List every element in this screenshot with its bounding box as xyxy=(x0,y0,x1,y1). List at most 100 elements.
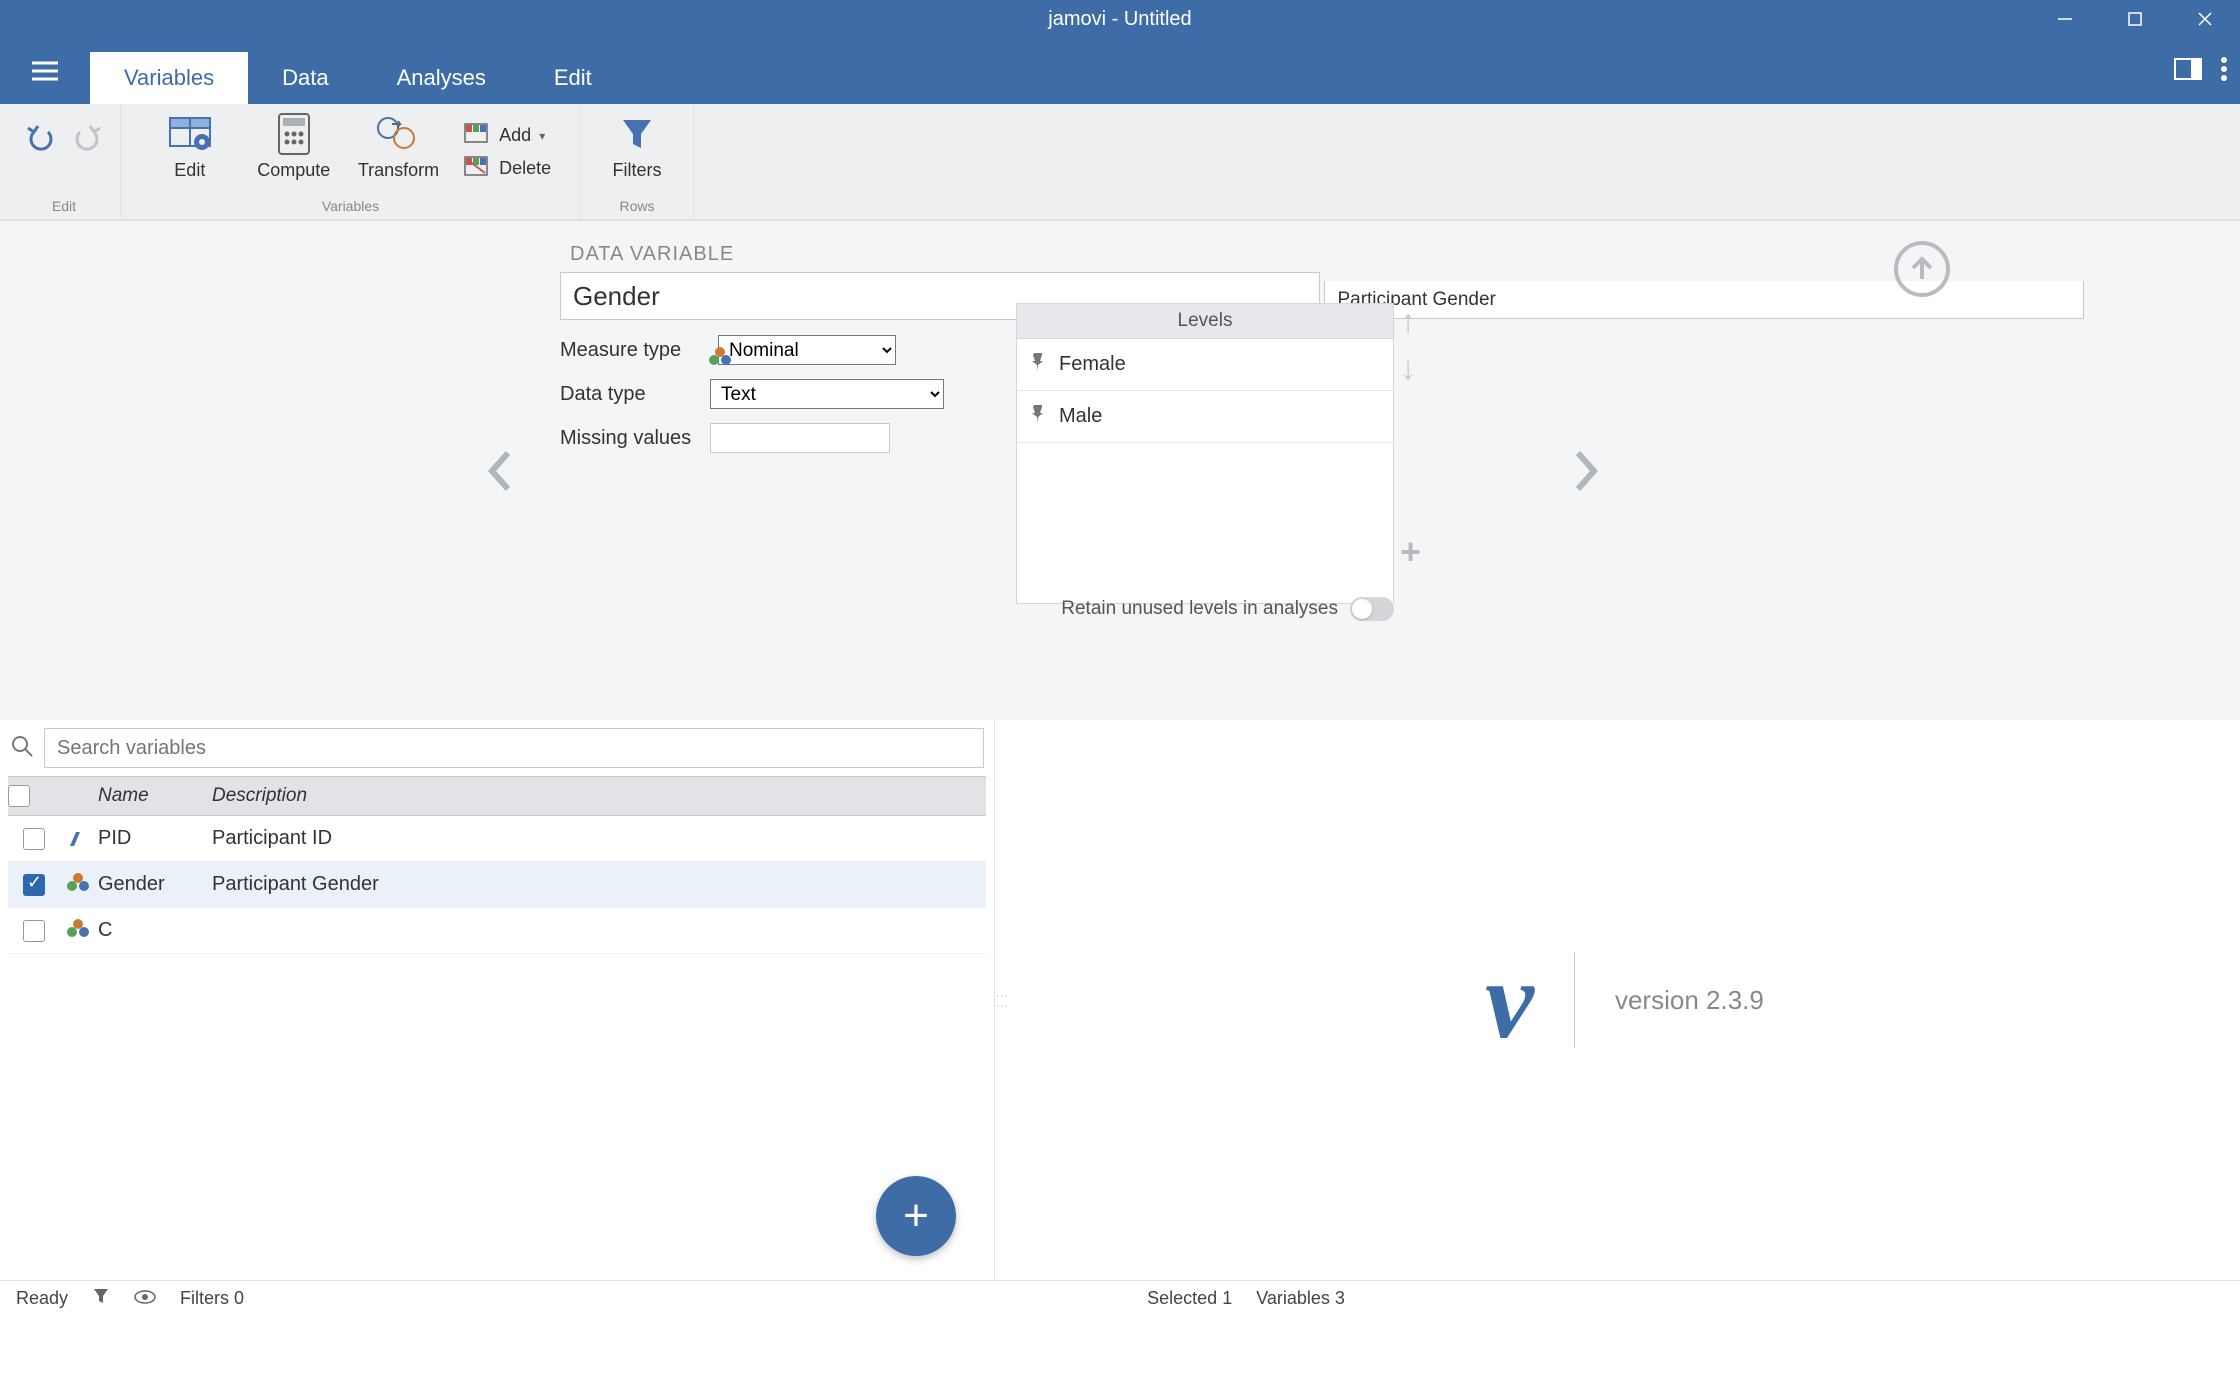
tab-data[interactable]: Data xyxy=(248,52,362,104)
search-input[interactable] xyxy=(44,728,984,768)
ribbon: Edit Edit Compute Transform Add ▾ xyxy=(0,104,2240,220)
titlebar: jamovi - Untitled xyxy=(0,0,2240,38)
delete-variable-button[interactable]: Delete xyxy=(463,155,551,182)
ribbon-group-label-edit: Edit xyxy=(52,198,76,216)
side-panel-button[interactable] xyxy=(2174,57,2202,86)
variable-list-panel: Name Description PID Participant ID Gend… xyxy=(0,720,995,1280)
row-checkbox[interactable] xyxy=(23,874,45,896)
version-label: version 2.3.9 xyxy=(1615,985,1764,1016)
filters-button[interactable]: Filters xyxy=(597,112,677,181)
measure-type-label: Measure type xyxy=(560,339,710,362)
jamovi-logo-icon: v xyxy=(1485,937,1534,1064)
column-header-name: Name xyxy=(98,785,212,807)
nominal-type-icon xyxy=(60,922,98,940)
window-controls xyxy=(2030,0,2240,38)
data-type-label: Data type xyxy=(560,383,710,406)
lower-split: Name Description PID Participant ID Gend… xyxy=(0,720,2240,1280)
transform-variable-button[interactable]: Transform xyxy=(358,112,439,181)
row-checkbox[interactable] xyxy=(23,920,45,942)
table-delete-icon xyxy=(463,155,491,182)
retain-levels-toggle[interactable] xyxy=(1350,597,1394,621)
minimize-button[interactable] xyxy=(2030,0,2100,38)
level-label: Male xyxy=(1059,405,1102,428)
nominal-type-icon xyxy=(60,876,98,894)
variable-description-input[interactable] xyxy=(1324,281,2084,319)
levels-reorder-arrows: ↑ ↓ xyxy=(1400,303,1416,387)
retain-levels-row: Retain unused levels in analyses xyxy=(1016,597,1394,621)
row-name: Gender xyxy=(98,873,212,896)
ribbon-group-label-rows: Rows xyxy=(619,198,654,216)
filter-icon xyxy=(617,112,657,156)
maximize-button[interactable] xyxy=(2100,0,2170,38)
search-icon xyxy=(10,734,34,763)
missing-values-input[interactable] xyxy=(710,423,890,453)
levels-header: Levels xyxy=(1016,303,1394,339)
select-all-checkbox[interactable] xyxy=(8,785,30,807)
level-move-up-button[interactable]: ↑ xyxy=(1400,303,1416,340)
tab-edit[interactable]: Edit xyxy=(520,52,626,104)
visibility-icon[interactable] xyxy=(134,1288,156,1309)
redo-button[interactable] xyxy=(70,124,104,159)
collapse-editor-button[interactable] xyxy=(1894,241,1950,297)
levels-list: Female Male xyxy=(1016,339,1394,604)
main-tabs: Variables Data Analyses Edit xyxy=(90,52,626,104)
main-menu-button[interactable] xyxy=(0,38,90,104)
measure-type-select[interactable]: Nominal xyxy=(718,335,896,365)
edit-variable-button[interactable]: Edit xyxy=(150,112,230,181)
pin-icon xyxy=(1031,405,1045,429)
menubar: Variables Data Analyses Edit xyxy=(0,38,2240,104)
column-header-description: Description xyxy=(212,785,307,807)
grip-icon: ⋮⋮ xyxy=(995,990,1009,1010)
ribbon-group-edit: Edit xyxy=(8,104,121,220)
row-name: PID xyxy=(98,827,212,850)
tab-variables[interactable]: Variables xyxy=(90,52,248,104)
ribbon-group-variables: Edit Compute Transform Add ▾ Delete xyxy=(121,104,581,220)
next-variable-button[interactable] xyxy=(1546,221,1626,720)
statusbar: Ready Filters 0 Selected 1 Variables 3 xyxy=(0,1280,2240,1316)
status-variables: Variables 3 xyxy=(1256,1288,1345,1309)
status-ready: Ready xyxy=(16,1288,68,1309)
add-variable-button[interactable]: Add ▾ xyxy=(463,122,551,149)
row-name: C xyxy=(98,919,212,942)
kebab-menu-button[interactable] xyxy=(2220,55,2228,88)
table-row[interactable]: C xyxy=(8,908,986,954)
chevron-down-icon: ▾ xyxy=(539,129,545,143)
levels-box: Levels Female Male xyxy=(1016,303,1394,604)
close-button[interactable] xyxy=(2170,0,2240,38)
row-description: Participant Gender xyxy=(212,873,379,896)
tab-analyses[interactable]: Analyses xyxy=(363,52,520,104)
row-description: Participant ID xyxy=(212,827,332,850)
table-row[interactable]: Gender Participant Gender xyxy=(8,862,986,908)
spreadsheet-gear-icon xyxy=(166,112,214,156)
retain-levels-label: Retain unused levels in analyses xyxy=(1061,598,1338,620)
table-plus-icon xyxy=(463,122,491,149)
menubar-right xyxy=(2174,38,2228,104)
level-label: Female xyxy=(1059,353,1126,376)
ribbon-group-rows: Filters Rows xyxy=(581,104,694,220)
status-filters: Filters 0 xyxy=(180,1288,244,1309)
level-add-button[interactable]: + xyxy=(1400,531,1421,573)
prev-variable-button[interactable] xyxy=(460,221,540,720)
ribbon-group-label-variables: Variables xyxy=(322,198,379,216)
level-move-down-button[interactable]: ↓ xyxy=(1400,350,1416,387)
row-checkbox[interactable] xyxy=(23,828,45,850)
undo-button[interactable] xyxy=(24,124,58,159)
table-row[interactable]: PID Participant ID xyxy=(8,816,986,862)
splitter-handle[interactable]: ⋮⋮ xyxy=(995,720,1009,1280)
missing-values-label: Missing values xyxy=(560,427,710,450)
filter-status-icon[interactable] xyxy=(92,1287,110,1310)
variable-editor-panel: DATA VARIABLE Measure type Nominal Data … xyxy=(0,220,2240,720)
variable-table-header: Name Description xyxy=(8,776,986,816)
results-panel: v version 2.3.9 xyxy=(1009,720,2240,1280)
window-title: jamovi - Untitled xyxy=(1048,8,1191,31)
id-type-icon xyxy=(60,830,98,848)
compute-variable-button[interactable]: Compute xyxy=(254,112,334,181)
divider xyxy=(1574,952,1575,1048)
variable-editor-header: DATA VARIABLE xyxy=(560,243,2084,266)
level-item[interactable]: Female xyxy=(1017,339,1393,391)
calculator-icon xyxy=(275,112,313,156)
add-variable-fab[interactable]: + xyxy=(876,1176,956,1256)
data-type-select[interactable]: Text xyxy=(710,379,944,409)
pin-icon xyxy=(1031,353,1045,377)
level-item[interactable]: Male xyxy=(1017,391,1393,443)
